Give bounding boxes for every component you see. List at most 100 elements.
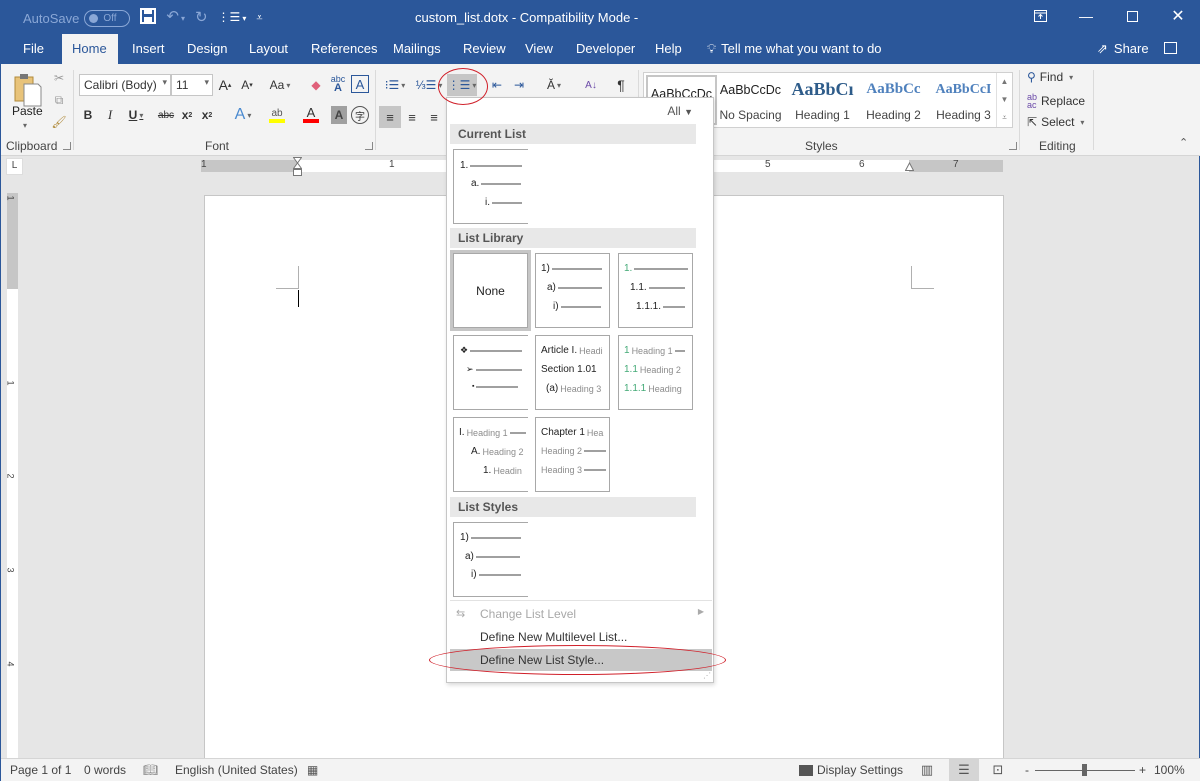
zoom-in-button[interactable]: + <box>1139 763 1146 777</box>
character-border-icon[interactable]: A <box>351 75 369 93</box>
font-color-icon[interactable]: A <box>297 105 325 125</box>
underline-icon[interactable]: U ▾ <box>123 106 149 124</box>
select-button[interactable]: ⇱ Select ▾ <box>1027 115 1084 129</box>
styles-launcher-icon[interactable] <box>1009 142 1017 150</box>
italic-icon[interactable]: I <box>103 106 117 124</box>
autosave-toggle[interactable]: AutoSave Off <box>23 9 131 27</box>
grow-font-icon[interactable]: A ▴ <box>217 76 233 94</box>
list-library-item[interactable]: 1 Heading 1 1.1 Heading 2 1.1.1 Heading <box>618 335 693 410</box>
list-library-item[interactable]: 1) a) i) <box>535 253 610 328</box>
clipboard-launcher-icon[interactable] <box>63 142 71 150</box>
style-no-spacing[interactable]: AaBbCcDc No Spacing <box>715 73 786 127</box>
tab-insert[interactable]: Insert <box>124 34 173 64</box>
tab-mailings[interactable]: Mailings <box>385 34 449 64</box>
align-right-icon[interactable]: ≡ <box>424 106 444 128</box>
list-library-item[interactable]: Article I. Headi Section 1.01 (a) Heading … <box>535 335 610 410</box>
style-heading-2[interactable]: AaBbCc Heading 2 <box>858 73 929 127</box>
increase-indent-icon[interactable]: ⇥ <box>509 76 529 94</box>
show-formatting-marks-icon[interactable]: ¶ <box>611 76 631 94</box>
undo-icon[interactable]: ↶ ▾ <box>166 9 185 27</box>
indent-marker-handle[interactable] <box>293 157 302 177</box>
styles-gallery-scroll[interactable]: ▲ ▼ ⩡ <box>996 73 1012 127</box>
tab-file[interactable]: File <box>15 34 52 64</box>
vertical-ruler[interactable]: 1 1 2 3 4 <box>6 193 18 758</box>
list-library-item[interactable]: Chapter 1 Hea Heading 2 Heading 3 <box>535 417 610 492</box>
autosave-switch[interactable]: Off <box>84 9 131 27</box>
subscript-icon[interactable]: x2 <box>179 106 195 124</box>
customize-qat-icon[interactable]: ⩡ <box>256 10 262 26</box>
list-style-thumbnail[interactable]: 1) a) i) <box>453 522 528 597</box>
share-button[interactable]: ⇗ Share <box>1097 34 1149 64</box>
font-name-combo[interactable]: Calibri (Body) ▾ <box>79 74 171 96</box>
align-left-icon[interactable]: ≡ <box>379 106 401 128</box>
tab-selector[interactable]: L <box>6 158 23 175</box>
cut-icon[interactable]: ✂ <box>51 70 67 86</box>
list-library-item[interactable]: 1. 1.1. 1.1.1. <box>618 253 693 328</box>
list-library-none[interactable]: None <box>450 250 531 331</box>
scroll-down-icon[interactable]: ▼ <box>1001 95 1009 104</box>
right-indent-marker[interactable] <box>905 162 914 171</box>
font-size-combo[interactable]: 11 ▾ <box>171 74 213 96</box>
comments-icon[interactable] <box>1164 42 1177 54</box>
current-list-thumbnail[interactable]: 1. a. i. <box>453 149 528 224</box>
redo-icon[interactable]: ↻ <box>195 10 208 26</box>
tab-review[interactable]: Review <box>455 34 514 64</box>
filter-all-button[interactable]: All ▼ <box>667 104 693 118</box>
clear-formatting-icon[interactable]: ◆ <box>307 76 325 94</box>
tab-help[interactable]: Help <box>647 34 690 64</box>
bold-icon[interactable]: B <box>81 106 95 124</box>
text-effects-phonetic-icon[interactable]: abc A <box>329 74 347 94</box>
format-painter-icon[interactable]: 🖌︎ <box>51 114 67 130</box>
read-mode-icon[interactable]: ▥ <box>912 759 942 781</box>
character-shading-icon[interactable]: A <box>331 106 347 124</box>
font-launcher-icon[interactable] <box>365 142 373 150</box>
tab-view[interactable]: View <box>517 34 561 64</box>
save-icon[interactable] <box>140 8 157 28</box>
tab-home[interactable]: Home <box>62 34 118 64</box>
text-effects-icon[interactable]: A ▾ <box>229 105 257 125</box>
multilevel-list-icon[interactable]: ⋮☰ ▾ <box>218 9 247 27</box>
decrease-indent-icon[interactable]: ⇤ <box>487 76 507 94</box>
tab-design[interactable]: Design <box>179 34 235 64</box>
tell-me-search[interactable]: 💡︎ Tell me what you want to do <box>707 34 882 64</box>
tab-references[interactable]: References <box>303 34 385 64</box>
print-layout-icon[interactable]: ☰ <box>949 759 979 781</box>
align-center-icon[interactable]: ≡ <box>402 106 422 128</box>
replace-button[interactable]: ab ac Replace <box>1027 93 1085 110</box>
asian-layout-icon[interactable]: Ă ▾ <box>539 76 569 94</box>
display-settings-button[interactable]: Display Settings <box>799 763 903 777</box>
tab-developer[interactable]: Developer <box>568 34 643 64</box>
superscript-icon[interactable]: x2 <box>199 106 215 124</box>
maximize-icon[interactable] <box>1109 0 1155 32</box>
macro-recording-icon[interactable]: ▦ <box>307 763 318 777</box>
web-layout-icon[interactable]: ⊡ <box>983 759 1013 781</box>
strikethrough-icon[interactable]: abc <box>157 106 175 124</box>
zoom-out-button[interactable]: - <box>1025 763 1029 777</box>
zoom-slider-thumb[interactable] <box>1082 764 1087 776</box>
paste-dropdown-icon[interactable]: ▾ <box>23 121 27 130</box>
highlight-color-icon[interactable]: ab <box>263 105 291 125</box>
list-library-item[interactable]: ❖ ➢ ▪ <box>453 335 528 410</box>
more-styles-icon[interactable]: ⩡ <box>1002 113 1007 123</box>
style-heading-1[interactable]: AaBbCı Heading 1 <box>787 73 858 127</box>
language-indicator[interactable]: English (United States) <box>175 763 298 777</box>
page-count[interactable]: Page 1 of 1 <box>10 763 71 777</box>
style-heading-3[interactable]: AaBbCcI Heading 3 <box>928 73 999 127</box>
change-case-button[interactable]: Aa ▾ <box>265 76 295 94</box>
list-library-item[interactable]: I. Heading 1 A. Heading 2 1. Headin <box>453 417 528 492</box>
zoom-level[interactable]: 100% <box>1154 763 1185 777</box>
collapse-ribbon-icon[interactable]: ⌃ <box>1179 136 1188 149</box>
change-list-level-item[interactable]: ⇆ Change List Level ▶ <box>450 603 712 625</box>
sort-icon[interactable]: A↓ <box>581 76 601 94</box>
shrink-font-icon[interactable]: A ▾ <box>239 76 255 94</box>
resize-grip[interactable]: ⋰ <box>703 671 711 680</box>
scroll-up-icon[interactable]: ▲ <box>1001 77 1009 86</box>
tab-layout[interactable]: Layout <box>241 34 296 64</box>
enclose-characters-icon[interactable]: 字 <box>351 106 369 124</box>
bullets-button[interactable]: ⁝☰ ▾ <box>381 76 409 94</box>
close-icon[interactable]: ✕ <box>1155 0 1200 32</box>
copy-icon[interactable]: ⧉ <box>51 92 67 108</box>
minimize-icon[interactable]: — <box>1063 0 1109 32</box>
ribbon-display-options-icon[interactable] <box>1017 0 1063 32</box>
proofing-icon[interactable]: 📖︎ <box>143 763 158 777</box>
